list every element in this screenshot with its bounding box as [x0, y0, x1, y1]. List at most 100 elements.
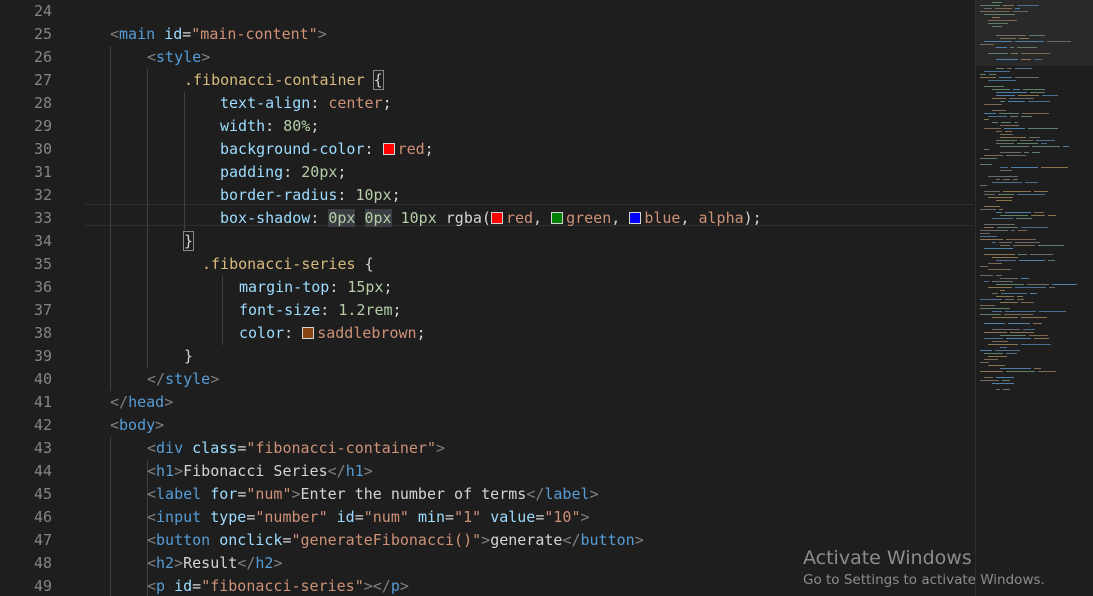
minimap-code-line — [1030, 254, 1053, 255]
minimap-code-line — [999, 113, 1019, 114]
minimap-code-line — [1025, 182, 1038, 183]
minimap-code-line — [998, 194, 1014, 195]
minimap-code-line — [1000, 215, 1028, 216]
minimap-code-line — [1038, 371, 1056, 372]
color-swatch-icon[interactable] — [490, 212, 503, 224]
minimap-code-line — [1034, 212, 1044, 213]
minimap-code-line — [988, 356, 1007, 357]
css-value: green — [566, 209, 612, 227]
code-line-46: <input type="number" id="num" min="1" va… — [147, 508, 590, 526]
code-line-39: } — [184, 347, 194, 365]
minimap-code-line — [1021, 116, 1032, 117]
code-line-45: <label for="num">Enter the number of ter… — [147, 485, 599, 503]
tag-name: label — [544, 485, 590, 503]
minimap-code-line — [1017, 194, 1045, 195]
code-line-41: </head> — [110, 393, 174, 411]
minimap-code-line — [980, 314, 1001, 315]
minimap-code-line — [992, 242, 996, 243]
minimap-code-line — [980, 185, 987, 186]
attr-value: "10" — [544, 508, 581, 526]
minimap-code-line — [1030, 92, 1045, 93]
code-line-35: .fibonacci-series { — [202, 255, 374, 273]
minimap-code-line — [1018, 95, 1039, 96]
minimap-code-line — [1001, 293, 1027, 294]
minimap-code-line — [1015, 41, 1044, 42]
minimap-code-line — [1015, 242, 1040, 243]
minimap-code-line — [1000, 146, 1029, 147]
minimap-code-line — [1019, 260, 1045, 261]
minimap-code-line — [1042, 95, 1058, 96]
minimap-code-line — [1000, 134, 1013, 135]
attr-value: "num" — [246, 485, 292, 503]
attr-value: "num" — [363, 508, 409, 526]
minimap-code-line — [980, 5, 1000, 6]
css-value: alpha — [698, 209, 744, 227]
minimap-code-line — [1028, 128, 1058, 129]
minimap-code-line — [1029, 137, 1040, 138]
minimap-code-line — [992, 329, 1020, 330]
minimap-code-line — [980, 266, 988, 267]
tag-name: h1 — [345, 462, 364, 480]
color-swatch-icon[interactable] — [629, 212, 642, 224]
attr-name: id — [174, 577, 193, 595]
minimap-code-line — [1003, 5, 1014, 6]
minimap-code-line — [999, 209, 1003, 210]
minimap-code-line — [988, 20, 1017, 21]
minimap-code-line — [1000, 38, 1016, 39]
minimap-code-line — [1038, 245, 1064, 246]
attr-value: "fibonacci-container" — [246, 439, 436, 457]
minimap-code-line — [980, 236, 997, 237]
minimap-code-line — [1028, 101, 1050, 102]
minimap-code-line — [980, 350, 992, 351]
minimap-code-line — [984, 8, 992, 9]
minimap[interactable] — [975, 0, 1093, 596]
code-area[interactable]: <main id="main-content"> <style> .fibona… — [0, 0, 975, 596]
minimap-code-line — [1006, 371, 1035, 372]
code-editor[interactable]: 24 25 26 27 28 29 30 31 32 33 34 35 36 3… — [0, 0, 1093, 596]
activate-windows-watermark: Activate Windows Go to Settings to activ… — [803, 546, 1045, 590]
minimap-code-line — [1005, 299, 1014, 300]
minimap-code-line — [992, 218, 1013, 219]
minimap-code-line — [980, 11, 1010, 12]
minimap-code-line — [989, 74, 996, 75]
minimap-code-line — [996, 47, 1007, 48]
tag-name: p — [156, 577, 166, 595]
minimap-code-line — [996, 260, 1016, 261]
code-line-33: box-shadow: 0px 0px 10px rgba(red, green… — [220, 209, 762, 227]
minimap-code-line — [980, 275, 993, 276]
minimap-code-line — [1003, 191, 1031, 192]
minimap-code-line — [1029, 335, 1048, 336]
minimap-code-line — [996, 212, 1002, 213]
minimap-slider[interactable] — [976, 0, 1093, 66]
minimap-code-line — [996, 179, 1000, 180]
minimap-code-line — [984, 254, 1015, 255]
brace: } — [182, 231, 195, 251]
minimap-code-line — [1013, 11, 1028, 12]
minimap-code-line — [1024, 152, 1029, 153]
minimap-code-line — [1029, 35, 1045, 36]
minimap-code-line — [984, 338, 1003, 339]
color-swatch-icon[interactable] — [302, 327, 315, 339]
minimap-code-line — [988, 344, 1018, 345]
minimap-code-line — [1021, 227, 1048, 228]
minimap-code-line — [996, 275, 1002, 276]
css-value: 80% — [283, 117, 311, 135]
minimap-code-line — [988, 365, 1005, 366]
minimap-code-line — [992, 98, 1006, 99]
minimap-code-line — [1052, 284, 1077, 285]
minimap-code-line — [1000, 302, 1018, 303]
color-swatch-icon[interactable] — [551, 212, 564, 224]
minimap-code-line — [1011, 230, 1015, 231]
color-swatch-icon[interactable] — [382, 143, 395, 155]
code-line-29: width: 80%; — [220, 117, 320, 135]
minimap-code-line — [1004, 128, 1025, 129]
minimap-code-line — [988, 116, 1007, 117]
minimap-code-line — [1000, 278, 1018, 279]
minimap-code-line — [1001, 122, 1011, 123]
css-property: text-align — [220, 94, 311, 112]
indent-guide — [110, 437, 111, 596]
watermark-subtitle: Go to Settings to activate Windows. — [803, 572, 1045, 588]
minimap-code-line — [1017, 299, 1024, 300]
minimap-code-line — [984, 128, 1001, 129]
minimap-code-line — [984, 359, 998, 360]
